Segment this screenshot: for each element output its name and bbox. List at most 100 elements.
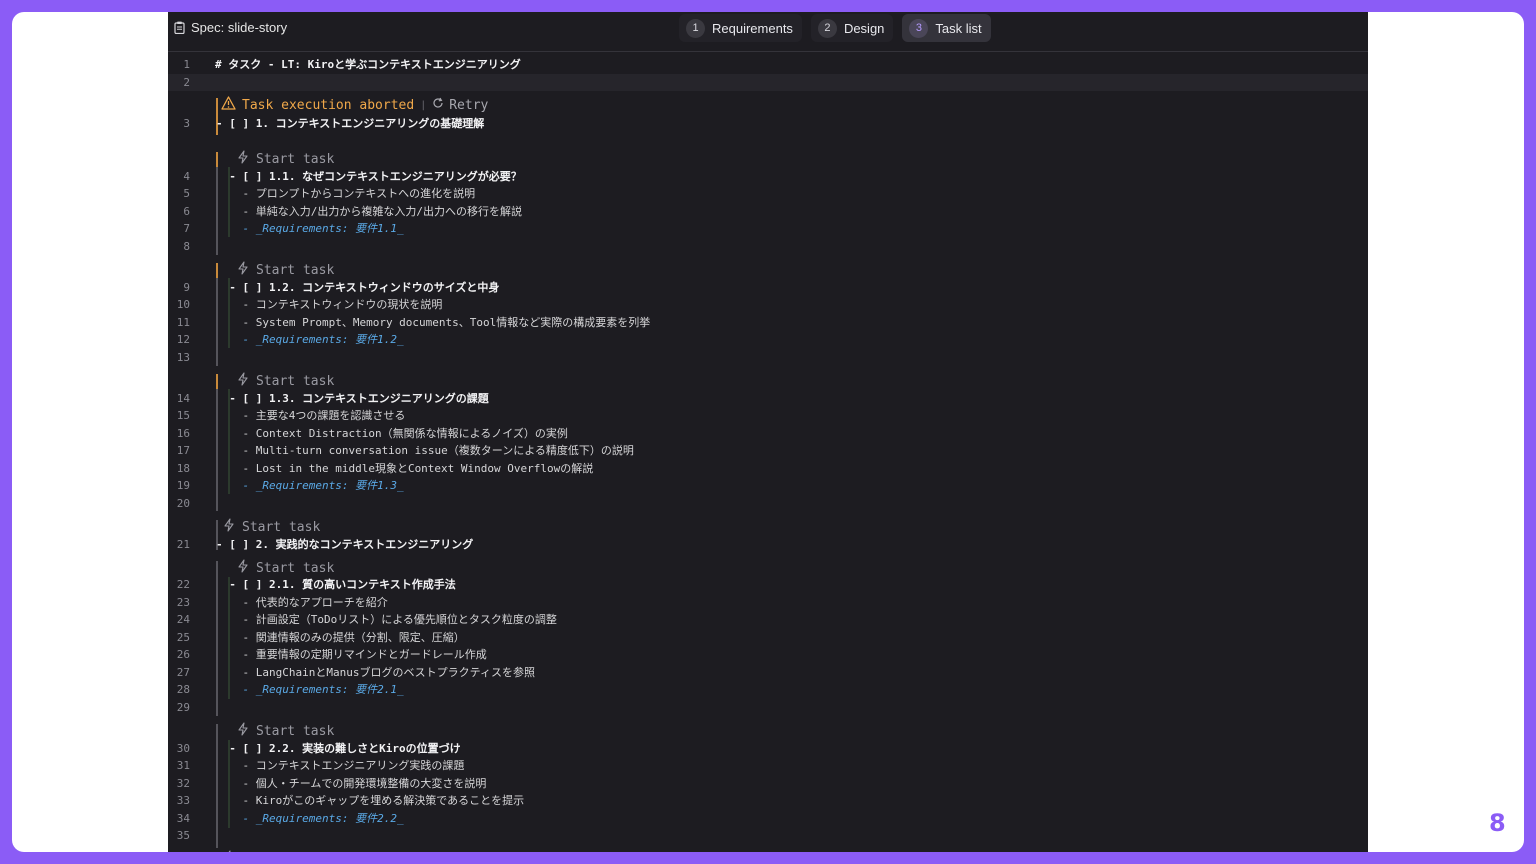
start-task-button[interactable]: Start task <box>236 722 335 742</box>
code-line: 1 # タスク - LT: Kiroと学ぶコンテキストエンジニアリング <box>168 56 1368 73</box>
line-text: - [ ] 2. 実践的なコンテキストエンジニアリング <box>216 538 474 551</box>
code-line: 9 - [ ] 1.2. コンテキストウィンドウのサイズと中身 <box>168 279 1368 296</box>
line-number: 20 <box>176 497 190 510</box>
clipboard-icon <box>174 21 185 34</box>
code-line: 12 - _Requirements: 要件1.2_ <box>168 331 1368 348</box>
lightning-icon <box>222 518 236 538</box>
line-number: 19 <box>176 479 190 492</box>
line-text: - [ ] 1.3. コンテキストエンジニアリングの課題 <box>216 392 489 405</box>
start-task-label: Start task <box>242 851 320 852</box>
code-line: 8 <box>168 238 1368 255</box>
line-number: 16 <box>176 427 190 440</box>
line-number: 27 <box>176 666 190 679</box>
tab-number: 2 <box>817 18 837 38</box>
line-text: - 関連情報のみの提供（分割、限定、圧縮） <box>216 631 465 644</box>
code-line: 15 - 主要な4つの課題を認識させる <box>168 407 1368 424</box>
code-line: 31 - コンテキストエンジニアリング実践の課題 <box>168 757 1368 774</box>
line-number: 31 <box>176 759 190 772</box>
code-line: 16 - Context Distraction（無関係な情報によるノイズ）の実… <box>168 425 1368 442</box>
start-task-button[interactable]: Start task <box>222 850 320 852</box>
code-line: 5 - プロンプトからコンテキストへの進化を説明 <box>168 185 1368 202</box>
line-text: - LangChainとManusブログのベストプラクティスを参照 <box>216 666 536 679</box>
task-aborted-lens: Task execution aborted | Retry <box>221 96 488 115</box>
code-line: 30 - [ ] 2.2. 実装の難しさとKiroの位置づけ <box>168 740 1368 757</box>
requirement-link[interactable]: - _Requirements: 要件1.2_ <box>216 331 403 348</box>
lightning-icon <box>236 261 250 281</box>
start-task-label: Start task <box>256 374 335 389</box>
code-line: 20 <box>168 495 1368 512</box>
spec-header-bar: Spec: slide-story 1 Requirements 2 Desig… <box>168 12 1368 52</box>
spec-title-label: Spec: slide-story <box>191 20 288 35</box>
line-number: 5 <box>183 187 190 200</box>
line-number: 34 <box>176 812 190 825</box>
start-task-button[interactable]: Start task <box>236 261 335 281</box>
line-text: - [ ] 1.1. なぜコンテキストエンジニアリングが必要？ <box>216 170 522 183</box>
spec-title: Spec: slide-story <box>174 20 287 35</box>
line-number: 33 <box>176 794 190 807</box>
editor-window: Spec: slide-story 1 Requirements 2 Desig… <box>168 12 1368 852</box>
requirement-link[interactable]: - _Requirements: 要件1.3_ <box>216 477 403 494</box>
requirement-link[interactable]: - _Requirements: 要件1.1_ <box>216 220 403 237</box>
line-text: - [ ] 2.1. 質の高いコンテキスト作成手法 <box>216 578 456 591</box>
line-text: - 個人・チームでの開発環境整備の大変さを説明 <box>216 777 487 790</box>
gutter-marker-modified <box>216 374 218 390</box>
start-task-button[interactable]: Start task <box>236 150 334 169</box>
code-line: 25 - 関連情報のみの提供（分割、限定、圧縮） <box>168 629 1368 646</box>
retry-icon <box>432 97 444 115</box>
line-number: 24 <box>176 613 190 626</box>
lightning-icon <box>236 722 250 742</box>
tab-label: Requirements <box>712 20 793 36</box>
slide-frame: Spec: slide-story 1 Requirements 2 Desig… <box>12 12 1524 852</box>
requirement-link[interactable]: - _Requirements: 要件2.1_ <box>216 681 403 698</box>
code-line: 22 - [ ] 2.1. 質の高いコンテキスト作成手法 <box>168 576 1368 593</box>
code-line: 11 - System Prompt、Memory documents、Tool… <box>168 314 1368 331</box>
line-text: - 単純な入力/出力から複雑な入力/出力への移行を解説 <box>216 205 522 218</box>
tab-label: Design <box>843 20 885 36</box>
tab-design[interactable]: 2 Design <box>810 14 894 42</box>
line-number: 8 <box>183 240 190 253</box>
gutter-marker-modified <box>216 263 218 279</box>
code-line: 18 - Lost in the middle現象とContext Window… <box>168 460 1368 477</box>
start-task-label: Start task <box>256 263 335 278</box>
start-task-button[interactable]: Start task <box>222 518 321 538</box>
code-line-current: 2 <box>168 74 1368 91</box>
start-task-button[interactable]: Start task <box>236 372 335 391</box>
line-number: 35 <box>176 829 190 842</box>
tab-requirements[interactable]: 1 Requirements <box>679 14 802 42</box>
code-line: 29 <box>168 699 1368 716</box>
code-line: 21 - [ ] 2. 実践的なコンテキストエンジニアリング <box>168 536 1368 553</box>
code-line: 33 - Kiroがこのギャップを埋める解決策であることを提示 <box>168 792 1368 809</box>
retry-button[interactable]: Retry <box>432 97 488 115</box>
line-text: # タスク - LT: Kiroと学ぶコンテキストエンジニアリング <box>215 58 521 71</box>
requirement-link[interactable]: - _Requirements: 要件2.2_ <box>216 810 403 827</box>
code-line: 19 - _Requirements: 要件1.3_ <box>168 477 1368 494</box>
line-number: 1 <box>183 58 190 71</box>
tab-label: Task list <box>935 20 982 36</box>
line-text: - Kiroがこのギャップを埋める解決策であることを提示 <box>216 794 525 807</box>
code-line: 23 - 代表的なアプローチを紹介 <box>168 594 1368 611</box>
line-number: 10 <box>176 298 190 311</box>
line-number: 26 <box>176 648 190 661</box>
line-number: 14 <box>176 392 190 405</box>
code-line: 13 <box>168 349 1368 366</box>
line-number: 25 <box>176 631 190 644</box>
code-line: 7 - _Requirements: 要件1.1_ <box>168 220 1368 237</box>
line-number: 32 <box>176 777 190 790</box>
line-text: - [ ] 1. コンテキストエンジニアリングの基礎理解 <box>216 117 485 130</box>
line-number: 30 <box>176 742 190 755</box>
line-text: - [ ] 1.2. コンテキストウィンドウのサイズと中身 <box>216 281 500 294</box>
start-task-label: Start task <box>242 520 321 535</box>
code-line: 3 - [ ] 1. コンテキストエンジニアリングの基礎理解 <box>168 115 1368 132</box>
line-number: 11 <box>176 316 190 329</box>
line-number: 7 <box>183 222 190 235</box>
line-number: 6 <box>183 205 190 218</box>
line-text: - 計画設定（ToDoリスト）による優先順位とタスク粒度の調整 <box>216 613 557 626</box>
start-task-label: Start task <box>256 724 335 739</box>
code-line: 17 - Multi-turn conversation issue（複数ターン… <box>168 442 1368 459</box>
spec-tabs: 1 Requirements 2 Design 3 Task list <box>679 14 991 42</box>
line-text: - コンテキストエンジニアリング実践の課題 <box>216 759 465 772</box>
tab-task-list[interactable]: 3 Task list <box>902 14 991 42</box>
line-number: 2 <box>183 76 190 89</box>
line-text: - Context Distraction（無関係な情報によるノイズ）の実例 <box>216 427 568 440</box>
line-number: 9 <box>183 281 190 294</box>
